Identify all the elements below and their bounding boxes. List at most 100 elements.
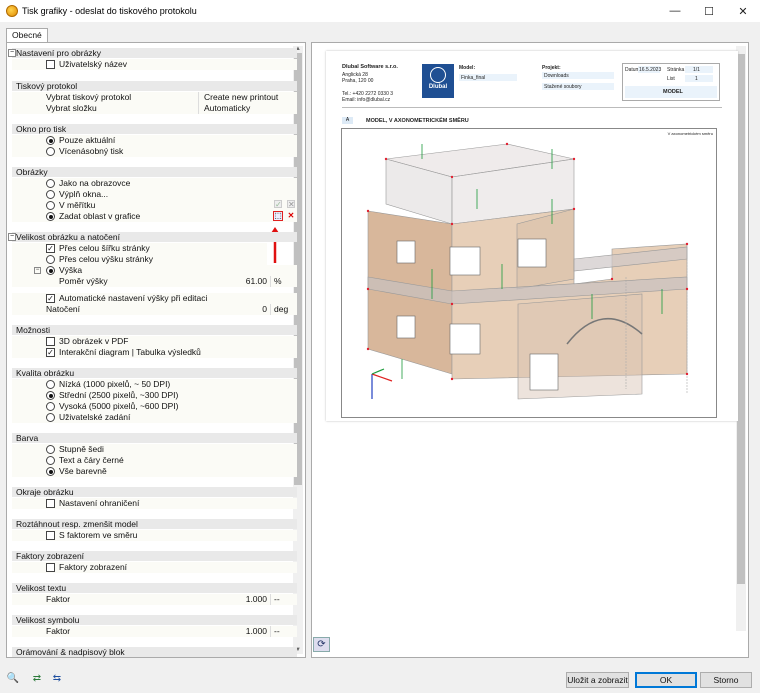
radio-meritko[interactable] bbox=[46, 201, 55, 210]
checkbox-faktor-smer[interactable] bbox=[46, 531, 55, 540]
section-velikost-symbolu[interactable]: Velikost symbolu bbox=[12, 615, 297, 625]
label: Faktor bbox=[46, 626, 71, 636]
label: Vybrat tiskový protokol bbox=[46, 92, 132, 102]
tab-obecne[interactable]: Obecné bbox=[6, 28, 48, 42]
close-button[interactable]: ✕ bbox=[726, 0, 760, 22]
unit: -- bbox=[274, 594, 280, 604]
info-block: Datum 16.5.2023 Stránka 1/1 List 1 MODEL bbox=[622, 63, 720, 101]
label: Vícenásobný tisk bbox=[59, 146, 124, 156]
collapse-icon[interactable]: − bbox=[8, 49, 16, 57]
label: Vše barevně bbox=[59, 466, 107, 476]
refresh-preview-button[interactable]: ⟳ bbox=[313, 637, 330, 652]
delete-icon[interactable]: ✕ bbox=[287, 200, 295, 209]
label: Uživatelské zadání bbox=[59, 412, 131, 422]
checkbox-faktory-zobr[interactable] bbox=[46, 563, 55, 572]
radio-vysoka[interactable] bbox=[46, 402, 55, 411]
delete-red-icon[interactable]: ✕ bbox=[287, 212, 295, 220]
row-faktor-symbolu: Faktor 1.000 -- bbox=[12, 626, 297, 637]
row-natoceni: Natočení 0 deg bbox=[12, 304, 297, 315]
section-barva[interactable]: Barva bbox=[12, 433, 297, 443]
row-auto: ✓ Automatické nastavení výšky při editaci bbox=[12, 293, 297, 304]
section-title: Velikost symbolu bbox=[16, 615, 80, 625]
export-icon[interactable]: ⇆ bbox=[50, 672, 64, 686]
checkbox-uzivatelsky-nazev[interactable] bbox=[46, 60, 55, 69]
section-velikost[interactable]: − Velikost obrázku a natočení bbox=[8, 232, 297, 242]
section-obrazky[interactable]: Obrázky bbox=[12, 167, 297, 177]
maximize-button[interactable]: ☐ bbox=[692, 0, 726, 22]
section-title: Možnosti bbox=[16, 325, 51, 335]
label: Střední (2500 pixelů, ~300 DPI) bbox=[59, 390, 179, 400]
radio-cerne[interactable] bbox=[46, 456, 55, 465]
radio-sedi[interactable] bbox=[46, 445, 55, 454]
checkbox-interaktivni[interactable]: ✓ bbox=[46, 348, 55, 357]
row-sirka: ✓ Přes celou šířku stránky bbox=[12, 243, 267, 254]
radio-uzivatelske[interactable] bbox=[46, 413, 55, 422]
unit: deg bbox=[274, 304, 289, 314]
print-preview: Dlubal Software s.r.o. Anglická 28 Praha… bbox=[311, 42, 749, 658]
model-view: V axonometrickém směru bbox=[341, 128, 717, 418]
faktor-textu-input[interactable]: 1.000 bbox=[246, 594, 267, 605]
section-nastaveni[interactable]: − Nastavení pro obrázky bbox=[8, 48, 297, 58]
collapse-icon[interactable]: − bbox=[8, 233, 16, 241]
search-icon[interactable]: 🔍 bbox=[6, 672, 20, 686]
section-kvalita[interactable]: Kvalita obrázku bbox=[12, 368, 297, 378]
section-velikost-textu[interactable]: Velikost textu bbox=[12, 583, 297, 593]
dlubal-logo: Dlubal bbox=[422, 64, 454, 98]
select-area-icon[interactable]: ⬚ bbox=[273, 211, 283, 221]
radio-zadat[interactable] bbox=[46, 212, 55, 221]
collapse-icon[interactable]: − bbox=[34, 267, 41, 274]
natoceni-input[interactable]: 0 bbox=[262, 304, 267, 315]
row-pdf: 3D obrázek v PDF bbox=[12, 336, 297, 347]
label: S faktorem ve směru bbox=[59, 530, 138, 540]
radio-vypln[interactable] bbox=[46, 190, 55, 199]
ok-button[interactable]: OK bbox=[635, 672, 697, 688]
label: Natočení bbox=[46, 304, 81, 314]
faktor-symbolu-input[interactable]: 1.000 bbox=[246, 626, 267, 637]
checkbox-ohraniceni[interactable] bbox=[46, 499, 55, 508]
section-oramovani[interactable]: Orámování & nadpisový blok bbox=[12, 647, 297, 657]
row-uzivatelske: Uživatelské zadání bbox=[12, 412, 297, 423]
radio-stredni[interactable] bbox=[46, 391, 55, 400]
section-okraje[interactable]: Okraje obrázku bbox=[12, 487, 297, 497]
radio-vicenasobny[interactable] bbox=[46, 147, 55, 156]
radio-pouze[interactable] bbox=[46, 136, 55, 145]
label: Faktory zobrazení bbox=[59, 562, 128, 572]
slozka-select[interactable]: Automaticky bbox=[204, 103, 250, 114]
cancel-button[interactable]: Storno bbox=[700, 672, 752, 688]
radio-jako[interactable] bbox=[46, 179, 55, 188]
label: Jako na obrazovce bbox=[59, 178, 131, 188]
label: Nízká (1000 pixelů, ~ 50 DPI) bbox=[59, 379, 171, 389]
checkbox-sirka[interactable]: ✓ bbox=[46, 244, 55, 253]
row-vypln: Výplň okna... bbox=[12, 189, 297, 200]
check-icon[interactable]: ✓ bbox=[274, 200, 282, 209]
label: Faktor bbox=[46, 594, 71, 604]
radio-nizka[interactable] bbox=[46, 380, 55, 389]
preview-page: Dlubal Software s.r.o. Anglická 28 Praha… bbox=[326, 51, 738, 421]
radio-barevne[interactable] bbox=[46, 467, 55, 476]
section-faktory[interactable]: Faktory zobrazení bbox=[12, 551, 297, 561]
preview-scroll-thumb[interactable] bbox=[737, 54, 745, 584]
label: Výška bbox=[59, 265, 83, 275]
row-nizka: Nízká (1000 pixelů, ~ 50 DPI) bbox=[12, 379, 297, 390]
checkbox-pdf[interactable] bbox=[46, 337, 55, 346]
row-pouze: Pouze aktuální bbox=[12, 135, 297, 146]
section-okno[interactable]: Okno pro tisk bbox=[12, 124, 297, 134]
section-moznosti[interactable]: Možnosti bbox=[12, 325, 297, 335]
label: Pouze aktuální bbox=[59, 135, 116, 145]
unit: % bbox=[274, 276, 282, 286]
save-and-show-button[interactable]: Uložit a zobrazit bbox=[566, 672, 629, 688]
section-title: Kvalita obrázku bbox=[16, 368, 75, 378]
minimize-button[interactable]: — bbox=[658, 0, 692, 22]
radio-vyska[interactable] bbox=[46, 266, 55, 275]
checkbox-auto[interactable]: ✓ bbox=[46, 294, 55, 303]
row-pomer: Poměr výšky 61.00% bbox=[12, 276, 297, 287]
label: Poměr výšky bbox=[59, 276, 108, 286]
import-icon[interactable]: ⇄ bbox=[30, 672, 44, 686]
section-roztahnout[interactable]: Roztáhnout resp. zmenšit model bbox=[12, 519, 297, 529]
section-title: Tiskový protokol bbox=[16, 81, 78, 91]
pomer-input[interactable]: 61.00 bbox=[246, 276, 267, 287]
radio-vyska-str[interactable] bbox=[46, 255, 55, 264]
section-title: Nastavení pro obrázky bbox=[16, 48, 102, 58]
section-tiskovy[interactable]: Tiskový protokol bbox=[12, 81, 297, 91]
row-jako: Jako na obrazovce bbox=[12, 178, 297, 189]
